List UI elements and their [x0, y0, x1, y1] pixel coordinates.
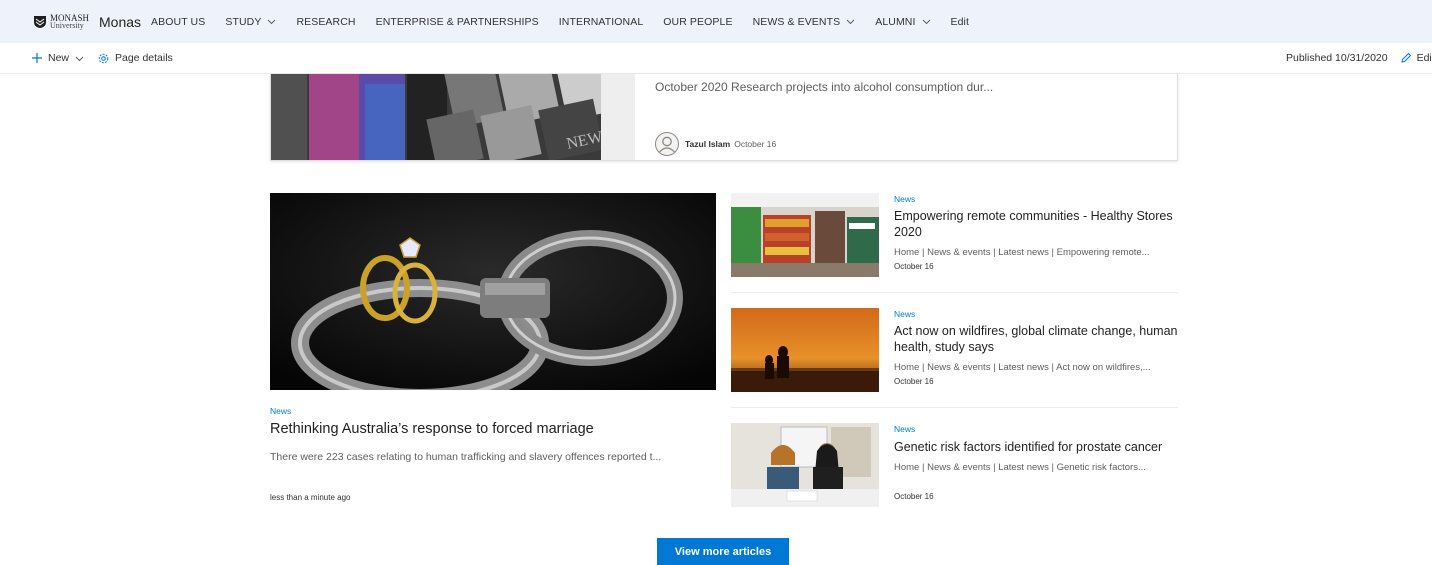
author-date: October 16 [734, 139, 777, 149]
healthy-stores-image[interactable] [731, 193, 879, 277]
article-divider [731, 407, 1178, 408]
nav-label: INTERNATIONAL [558, 15, 644, 28]
site-top-nav: MONASH University Monas ABOUT US STUDY R… [0, 0, 1432, 43]
main-article-time: less than a minute ago [270, 493, 351, 502]
nav-label: Edit [950, 15, 969, 28]
nav-study[interactable]: STUDY [225, 16, 276, 28]
monash-logo[interactable]: MONASH University [33, 13, 89, 30]
page-details-button[interactable]: Page details [97, 52, 173, 65]
edit-label: Edi [1416, 52, 1432, 64]
chevron-down-icon [922, 19, 930, 25]
chevron-down-icon [268, 19, 276, 25]
nav-our-people[interactable]: OUR PEOPLE [663, 16, 732, 28]
nav-label: NEWS & EVENTS [752, 15, 841, 28]
main-article-description: There were 223 cases relating to human t… [270, 451, 662, 463]
side-article-3-date: October 16 [894, 492, 934, 501]
published-label: Published 10/31/2020 [1286, 52, 1388, 64]
edit-button[interactable]: Edi [1400, 52, 1432, 64]
site-name[interactable]: Monas [99, 14, 141, 30]
main-article-title[interactable]: Rethinking Australia’s response to force… [270, 421, 594, 437]
side-article-3-title[interactable]: Genetic risk factors identified for pros… [894, 439, 1179, 455]
logo-line2: University [50, 20, 84, 30]
nav-label: STUDY [225, 15, 262, 28]
crest-icon [34, 15, 46, 28]
side-article-1-title[interactable]: Empowering remote communities - Healthy … [894, 208, 1179, 240]
side-article-2-tag[interactable]: News [894, 309, 915, 319]
side-article-1-tag[interactable]: News [894, 194, 915, 204]
handcuffs-rings-image[interactable] [270, 193, 716, 390]
gear-icon [98, 53, 109, 63]
side-article-3-tag[interactable]: News [894, 424, 915, 434]
nav-label: RESEARCH [296, 15, 356, 28]
nav-label: ENTERPRISE & PARTNERSHIPS [375, 15, 539, 28]
chevron-down-icon [75, 56, 84, 61]
nav-label: ALUMNI [875, 15, 916, 28]
nav-research[interactable]: RESEARCH [296, 16, 355, 28]
avatar-icon [655, 132, 679, 156]
wildfire-image[interactable] [731, 308, 879, 392]
side-article-2-breadcrumb: Home | News & events | Latest news | Act… [894, 362, 1151, 373]
side-article-3-breadcrumb: Home | News & events | Latest news | Gen… [894, 462, 1146, 473]
chevron-down-icon [846, 19, 855, 25]
top-card-snippet: October 2020 Research projects into alco… [655, 80, 994, 94]
pencil-icon [1400, 52, 1411, 63]
side-article-2-title[interactable]: Act now on wildfires, global climate cha… [894, 323, 1179, 355]
nav-about-us[interactable]: ABOUT US [151, 16, 205, 28]
new-label: New [48, 52, 70, 64]
side-article-2-date: October 16 [894, 377, 934, 386]
nav-edit[interactable]: Edit [951, 16, 970, 28]
nav-label: OUR PEOPLE [663, 15, 733, 28]
article-divider [731, 292, 1178, 293]
nav-alumni[interactable]: ALUMNI [875, 16, 930, 28]
researchers-graphic [731, 423, 879, 507]
plus-icon [32, 53, 42, 63]
nav-news-events[interactable]: NEWS & EVENTS [753, 16, 856, 28]
nav-enterprise-partnerships[interactable]: ENTERPRISE & PARTNERSHIPS [376, 16, 539, 28]
collage-graphic: NEWS [271, 74, 635, 160]
main-article-tag[interactable]: News [270, 406, 291, 416]
author-name: Tazul Islam [685, 139, 731, 149]
side-article-1-breadcrumb: Home | News & events | Latest news | Emp… [894, 247, 1150, 258]
new-button[interactable]: New [31, 52, 89, 64]
logo-text: MONASH University [50, 13, 89, 30]
news-collage-image: NEWS [271, 74, 635, 160]
nav-international[interactable]: INTERNATIONAL [559, 16, 644, 28]
side-article-1-date: October 16 [894, 262, 934, 271]
publish-status: Published 10/31/2020 Edi [1286, 52, 1432, 64]
researchers-image[interactable] [731, 423, 879, 507]
wildfire-graphic [731, 308, 879, 392]
handcuffs-graphic [270, 193, 716, 390]
view-more-articles-button[interactable]: View more articles [657, 538, 789, 565]
store-graphic [731, 193, 879, 277]
nav-label: ABOUT US [151, 15, 206, 28]
news-card-top[interactable]: NEWS October 2020 Research projects into… [270, 74, 1178, 161]
command-bar: New Page details Published 10/31/2020 Ed… [0, 43, 1432, 74]
author-line: Tazul Islam October 16 [655, 132, 776, 156]
page-details-label: Page details [115, 52, 173, 64]
